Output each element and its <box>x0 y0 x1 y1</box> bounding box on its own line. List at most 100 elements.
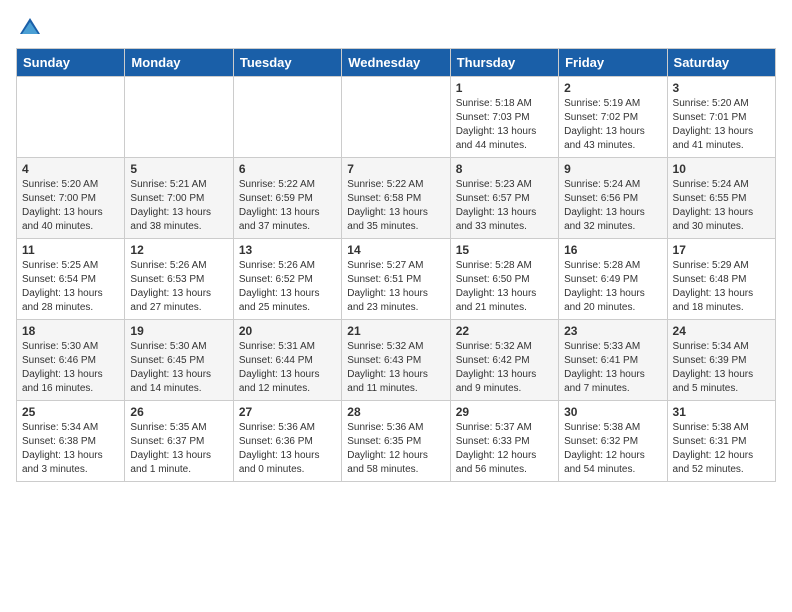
header <box>16 16 776 40</box>
calendar-week-1: 1 Sunrise: 5:18 AM Sunset: 7:03 PM Daylig… <box>17 77 776 158</box>
calendar-cell: 21 Sunrise: 5:32 AM Sunset: 6:43 PM Dayli… <box>342 320 450 401</box>
day-number: 1 <box>456 81 553 95</box>
calendar-cell: 3 Sunrise: 5:20 AM Sunset: 7:01 PM Daylig… <box>667 77 775 158</box>
day-number: 27 <box>239 405 336 419</box>
day-number: 7 <box>347 162 444 176</box>
day-header-monday: Monday <box>125 49 233 77</box>
day-info: Sunrise: 5:36 AM Sunset: 6:35 PM Dayligh… <box>347 421 444 477</box>
day-number: 11 <box>22 243 119 257</box>
calendar-cell: 15 Sunrise: 5:28 AM Sunset: 6:50 PM Dayli… <box>450 239 558 320</box>
calendar-cell: 31Sunrise: 5:38 AM Sunset: 6:31 PM Dayli… <box>667 401 775 482</box>
day-number: 9 <box>564 162 661 176</box>
calendar-cell: 10 Sunrise: 5:24 AM Sunset: 6:55 PM Dayli… <box>667 158 775 239</box>
calendar-week-2: 4 Sunrise: 5:20 AM Sunset: 7:00 PM Daylig… <box>17 158 776 239</box>
calendar-cell: 14Sunrise: 5:27 AM Sunset: 6:51 PM Dayli… <box>342 239 450 320</box>
calendar-cell: 4 Sunrise: 5:20 AM Sunset: 7:00 PM Daylig… <box>17 158 125 239</box>
day-info: Sunrise: 5:26 AM Sunset: 6:53 PM Dayligh… <box>130 259 227 315</box>
day-info: Sunrise: 5:28 AM Sunset: 6:49 PM Dayligh… <box>564 259 661 315</box>
day-info: Sunrise: 5:31 AM Sunset: 6:44 PM Dayligh… <box>239 340 336 396</box>
day-number: 25 <box>22 405 119 419</box>
day-number: 26 <box>130 405 227 419</box>
day-info: Sunrise: 5:26 AM Sunset: 6:52 PM Dayligh… <box>239 259 336 315</box>
day-info: Sunrise: 5:22 AM Sunset: 6:58 PM Dayligh… <box>347 178 444 234</box>
day-number: 23 <box>564 324 661 338</box>
calendar-cell: 23 Sunrise: 5:33 AM Sunset: 6:41 PM Dayli… <box>559 320 667 401</box>
day-info: Sunrise: 5:30 AM Sunset: 6:45 PM Dayligh… <box>130 340 227 396</box>
day-info: Sunrise: 5:29 AM Sunset: 6:48 PM Dayligh… <box>673 259 770 315</box>
day-info: Sunrise: 5:20 AM Sunset: 7:00 PM Dayligh… <box>22 178 119 234</box>
calendar-cell: 20 Sunrise: 5:31 AM Sunset: 6:44 PM Dayli… <box>233 320 341 401</box>
day-number: 30 <box>564 405 661 419</box>
logo-icon <box>18 16 42 40</box>
day-info: Sunrise: 5:34 AM Sunset: 6:39 PM Dayligh… <box>673 340 770 396</box>
day-number: 12 <box>130 243 227 257</box>
day-info: Sunrise: 5:38 AM Sunset: 6:32 PM Dayligh… <box>564 421 661 477</box>
day-header-sunday: Sunday <box>17 49 125 77</box>
day-number: 24 <box>673 324 770 338</box>
calendar-header-row: SundayMondayTuesdayWednesdayThursdayFrid… <box>17 49 776 77</box>
day-header-thursday: Thursday <box>450 49 558 77</box>
calendar-cell: 18Sunrise: 5:30 AM Sunset: 6:46 PM Dayli… <box>17 320 125 401</box>
calendar-cell: 30 Sunrise: 5:38 AM Sunset: 6:32 PM Dayli… <box>559 401 667 482</box>
day-info: Sunrise: 5:28 AM Sunset: 6:50 PM Dayligh… <box>456 259 553 315</box>
day-header-saturday: Saturday <box>667 49 775 77</box>
calendar-week-5: 25 Sunrise: 5:34 AM Sunset: 6:38 PM Dayli… <box>17 401 776 482</box>
calendar-cell: 27Sunrise: 5:36 AM Sunset: 6:36 PM Dayli… <box>233 401 341 482</box>
calendar-cell: 17 Sunrise: 5:29 AM Sunset: 6:48 PM Dayli… <box>667 239 775 320</box>
day-header-friday: Friday <box>559 49 667 77</box>
calendar-cell: 2 Sunrise: 5:19 AM Sunset: 7:02 PM Daylig… <box>559 77 667 158</box>
calendar-cell <box>233 77 341 158</box>
day-info: Sunrise: 5:33 AM Sunset: 6:41 PM Dayligh… <box>564 340 661 396</box>
day-info: Sunrise: 5:19 AM Sunset: 7:02 PM Dayligh… <box>564 97 661 153</box>
calendar-cell: 1 Sunrise: 5:18 AM Sunset: 7:03 PM Daylig… <box>450 77 558 158</box>
day-info: Sunrise: 5:20 AM Sunset: 7:01 PM Dayligh… <box>673 97 770 153</box>
day-number: 18 <box>22 324 119 338</box>
calendar-cell: 25 Sunrise: 5:34 AM Sunset: 6:38 PM Dayli… <box>17 401 125 482</box>
day-info: Sunrise: 5:37 AM Sunset: 6:33 PM Dayligh… <box>456 421 553 477</box>
day-number: 21 <box>347 324 444 338</box>
day-number: 29 <box>456 405 553 419</box>
day-info: Sunrise: 5:32 AM Sunset: 6:43 PM Dayligh… <box>347 340 444 396</box>
calendar-week-4: 18Sunrise: 5:30 AM Sunset: 6:46 PM Dayli… <box>17 320 776 401</box>
day-number: 28 <box>347 405 444 419</box>
calendar: SundayMondayTuesdayWednesdayThursdayFrid… <box>16 48 776 482</box>
day-info: Sunrise: 5:35 AM Sunset: 6:37 PM Dayligh… <box>130 421 227 477</box>
calendar-cell: 13 Sunrise: 5:26 AM Sunset: 6:52 PM Dayli… <box>233 239 341 320</box>
calendar-week-3: 11 Sunrise: 5:25 AM Sunset: 6:54 PM Dayli… <box>17 239 776 320</box>
calendar-cell: 19 Sunrise: 5:30 AM Sunset: 6:45 PM Dayli… <box>125 320 233 401</box>
day-number: 14 <box>347 243 444 257</box>
calendar-cell: 26 Sunrise: 5:35 AM Sunset: 6:37 PM Dayli… <box>125 401 233 482</box>
day-number: 22 <box>456 324 553 338</box>
calendar-cell: 12 Sunrise: 5:26 AM Sunset: 6:53 PM Dayli… <box>125 239 233 320</box>
calendar-cell: 7 Sunrise: 5:22 AM Sunset: 6:58 PM Daylig… <box>342 158 450 239</box>
day-number: 31 <box>673 405 770 419</box>
day-number: 13 <box>239 243 336 257</box>
calendar-cell: 11 Sunrise: 5:25 AM Sunset: 6:54 PM Dayli… <box>17 239 125 320</box>
calendar-cell <box>17 77 125 158</box>
calendar-cell: 9 Sunrise: 5:24 AM Sunset: 6:56 PM Daylig… <box>559 158 667 239</box>
day-info: Sunrise: 5:34 AM Sunset: 6:38 PM Dayligh… <box>22 421 119 477</box>
calendar-cell: 16Sunrise: 5:28 AM Sunset: 6:49 PM Dayli… <box>559 239 667 320</box>
day-info: Sunrise: 5:25 AM Sunset: 6:54 PM Dayligh… <box>22 259 119 315</box>
day-number: 10 <box>673 162 770 176</box>
day-number: 19 <box>130 324 227 338</box>
logo <box>16 16 42 40</box>
day-number: 15 <box>456 243 553 257</box>
day-info: Sunrise: 5:22 AM Sunset: 6:59 PM Dayligh… <box>239 178 336 234</box>
day-number: 17 <box>673 243 770 257</box>
day-number: 2 <box>564 81 661 95</box>
day-number: 3 <box>673 81 770 95</box>
calendar-cell: 28 Sunrise: 5:36 AM Sunset: 6:35 PM Dayli… <box>342 401 450 482</box>
day-info: Sunrise: 5:18 AM Sunset: 7:03 PM Dayligh… <box>456 97 553 153</box>
calendar-cell: 5Sunrise: 5:21 AM Sunset: 7:00 PM Daylig… <box>125 158 233 239</box>
day-info: Sunrise: 5:24 AM Sunset: 6:55 PM Dayligh… <box>673 178 770 234</box>
calendar-cell: 22 Sunrise: 5:32 AM Sunset: 6:42 PM Dayli… <box>450 320 558 401</box>
calendar-cell <box>342 77 450 158</box>
day-info: Sunrise: 5:24 AM Sunset: 6:56 PM Dayligh… <box>564 178 661 234</box>
day-number: 20 <box>239 324 336 338</box>
day-info: Sunrise: 5:21 AM Sunset: 7:00 PM Dayligh… <box>130 178 227 234</box>
day-info: Sunrise: 5:32 AM Sunset: 6:42 PM Dayligh… <box>456 340 553 396</box>
day-number: 4 <box>22 162 119 176</box>
calendar-cell <box>125 77 233 158</box>
day-number: 6 <box>239 162 336 176</box>
